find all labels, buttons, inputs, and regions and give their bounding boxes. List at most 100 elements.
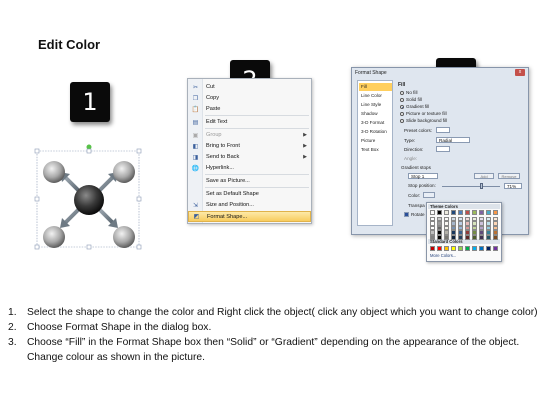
rotate-checkbox[interactable] [404, 212, 409, 217]
standard-color-swatch[interactable] [486, 246, 491, 251]
menu-item-label: Hyperlink... [206, 165, 234, 171]
menu-item-cut[interactable]: ✂ Cut [188, 82, 311, 92]
angle-label: Angle: [404, 156, 418, 161]
menu-item-size-and-position[interactable]: ⇲ Size and Position... [188, 200, 311, 210]
submenu-arrow-icon: ▶ [303, 154, 307, 160]
section-heading: Fill [398, 82, 406, 88]
nav-item-picture[interactable]: Picture [359, 137, 392, 145]
radio-solid-fill[interactable] [400, 98, 404, 102]
standard-color-swatch[interactable] [472, 246, 477, 251]
theme-color-swatch[interactable] [479, 210, 484, 215]
scissors-icon: ✂ [192, 84, 199, 91]
theme-color-swatch[interactable] [430, 210, 435, 215]
nav-item-3d-rotation[interactable]: 3-D Rotation [359, 128, 392, 136]
theme-color-swatch[interactable] [458, 235, 463, 240]
menu-item-label: Edit Text [206, 119, 228, 125]
nav-item-text-box[interactable]: Text Box [359, 146, 392, 154]
gradient-stops-label: Gradient stops [401, 165, 431, 170]
stop-position-thumb[interactable] [480, 183, 483, 189]
standard-colors-label: Standard Colors [428, 239, 500, 244]
center-sphere[interactable] [74, 185, 104, 215]
small-sphere-bottom-left[interactable] [43, 226, 65, 248]
step-badge-1: 1 [70, 82, 110, 122]
stop-position-slider[interactable] [442, 186, 500, 188]
standard-color-swatch[interactable] [430, 246, 435, 251]
radio-slide-background-fill[interactable] [400, 119, 404, 123]
theme-color-swatch[interactable] [493, 235, 498, 240]
nav-item-3d-format[interactable]: 3-D Format [359, 119, 392, 127]
context-menu: ✂ Cut ❐ Copy 📋 Paste ▤ Edit Text ▣ Group… [187, 78, 312, 224]
theme-color-swatch[interactable] [486, 235, 491, 240]
transparency-label: Transpa [408, 203, 425, 208]
standard-color-swatch[interactable] [444, 246, 449, 251]
menu-item-label: Format Shape... [207, 213, 248, 220]
theme-color-swatch[interactable] [472, 235, 477, 240]
menu-item-label: Cut [206, 84, 215, 90]
radio-gradient-fill[interactable] [400, 105, 404, 109]
menu-item-copy[interactable]: ❐ Copy [188, 93, 311, 103]
theme-color-swatch[interactable] [465, 235, 470, 240]
nav-item-shadow[interactable]: Shadow [359, 110, 392, 118]
small-sphere-top-left[interactable] [43, 161, 65, 183]
stop-dropdown[interactable]: Stop 1 [408, 173, 438, 179]
small-sphere-bottom-right[interactable] [113, 226, 135, 248]
theme-color-swatch[interactable] [437, 210, 442, 215]
theme-color-swatch[interactable] [465, 210, 470, 215]
standard-color-swatch[interactable] [479, 246, 484, 251]
color-picker-button[interactable] [423, 192, 435, 198]
shape-diagram[interactable] [34, 140, 144, 252]
more-colors-link[interactable]: More Colors... [430, 253, 456, 258]
standard-color-swatch[interactable] [465, 246, 470, 251]
theme-color-swatch[interactable] [486, 210, 491, 215]
theme-color-swatch[interactable] [479, 235, 484, 240]
menu-item-send-to-back[interactable]: ◨ Send to Back ▶ [188, 152, 311, 162]
close-icon[interactable]: x [515, 69, 525, 76]
instruction-number: 3. [8, 337, 17, 348]
theme-color-swatch[interactable] [430, 235, 435, 240]
direction-dropdown[interactable] [436, 146, 450, 152]
menu-item-label: Send to Back [206, 154, 240, 160]
theme-color-swatch[interactable] [472, 210, 477, 215]
menu-item-edit-text[interactable]: ▤ Edit Text [188, 117, 311, 127]
menu-item-paste[interactable]: 📋 Paste [188, 104, 311, 114]
bring-front-icon: ◧ [192, 143, 199, 150]
theme-color-swatch[interactable] [493, 210, 498, 215]
theme-color-swatch[interactable] [444, 235, 449, 240]
nav-item-line-style[interactable]: Line Style [359, 101, 392, 109]
instruction-item: 3. Choose “Fill” in the Format Shape box… [8, 335, 553, 365]
radio-no-fill[interactable] [400, 91, 404, 95]
paste-icon: 📋 [191, 106, 200, 113]
group-icon: ▣ [192, 132, 199, 139]
theme-color-swatch[interactable] [444, 210, 449, 215]
preset-colors-dropdown[interactable] [436, 127, 450, 133]
submenu-arrow-icon: ▶ [303, 132, 307, 138]
menu-item-label: Bring to Front [206, 143, 240, 149]
stop-position-label: Stop position: [408, 183, 436, 188]
nav-item-line-color[interactable]: Line Color [359, 92, 392, 100]
remove-stop-button[interactable]: Remove [498, 173, 520, 179]
menu-item-format-shape[interactable]: ◩ Format Shape... [188, 211, 311, 222]
theme-color-swatch[interactable] [451, 210, 456, 215]
theme-color-swatch[interactable] [437, 235, 442, 240]
stop-position-input[interactable]: 71% [504, 183, 522, 189]
nav-item-fill[interactable]: Fill [359, 83, 392, 91]
theme-color-swatch[interactable] [458, 210, 463, 215]
standard-color-swatch[interactable] [437, 246, 442, 251]
menu-item-label: Size and Position... [206, 202, 254, 208]
add-stop-button[interactable]: Add [474, 173, 494, 179]
send-back-icon: ◨ [192, 154, 199, 161]
menu-item-hyperlink[interactable]: 🌐 Hyperlink... [188, 163, 311, 173]
instruction-text: Choose Format Shape in the dialog box. [27, 322, 212, 333]
type-dropdown[interactable]: Radial [436, 137, 470, 143]
menu-item-set-default-shape[interactable]: Set as Default Shape [188, 189, 311, 199]
radio-picture-fill[interactable] [400, 112, 404, 116]
menu-item-label: Save as Picture... [206, 178, 250, 184]
instruction-number: 1. [8, 307, 17, 318]
standard-color-swatch[interactable] [493, 246, 498, 251]
theme-color-swatch[interactable] [451, 235, 456, 240]
small-sphere-top-right[interactable] [113, 161, 135, 183]
menu-item-save-as-picture[interactable]: Save as Picture... [188, 176, 311, 186]
standard-color-swatch[interactable] [451, 246, 456, 251]
standard-color-swatch[interactable] [458, 246, 463, 251]
menu-item-bring-to-front[interactable]: ◧ Bring to Front ▶ [188, 141, 311, 151]
